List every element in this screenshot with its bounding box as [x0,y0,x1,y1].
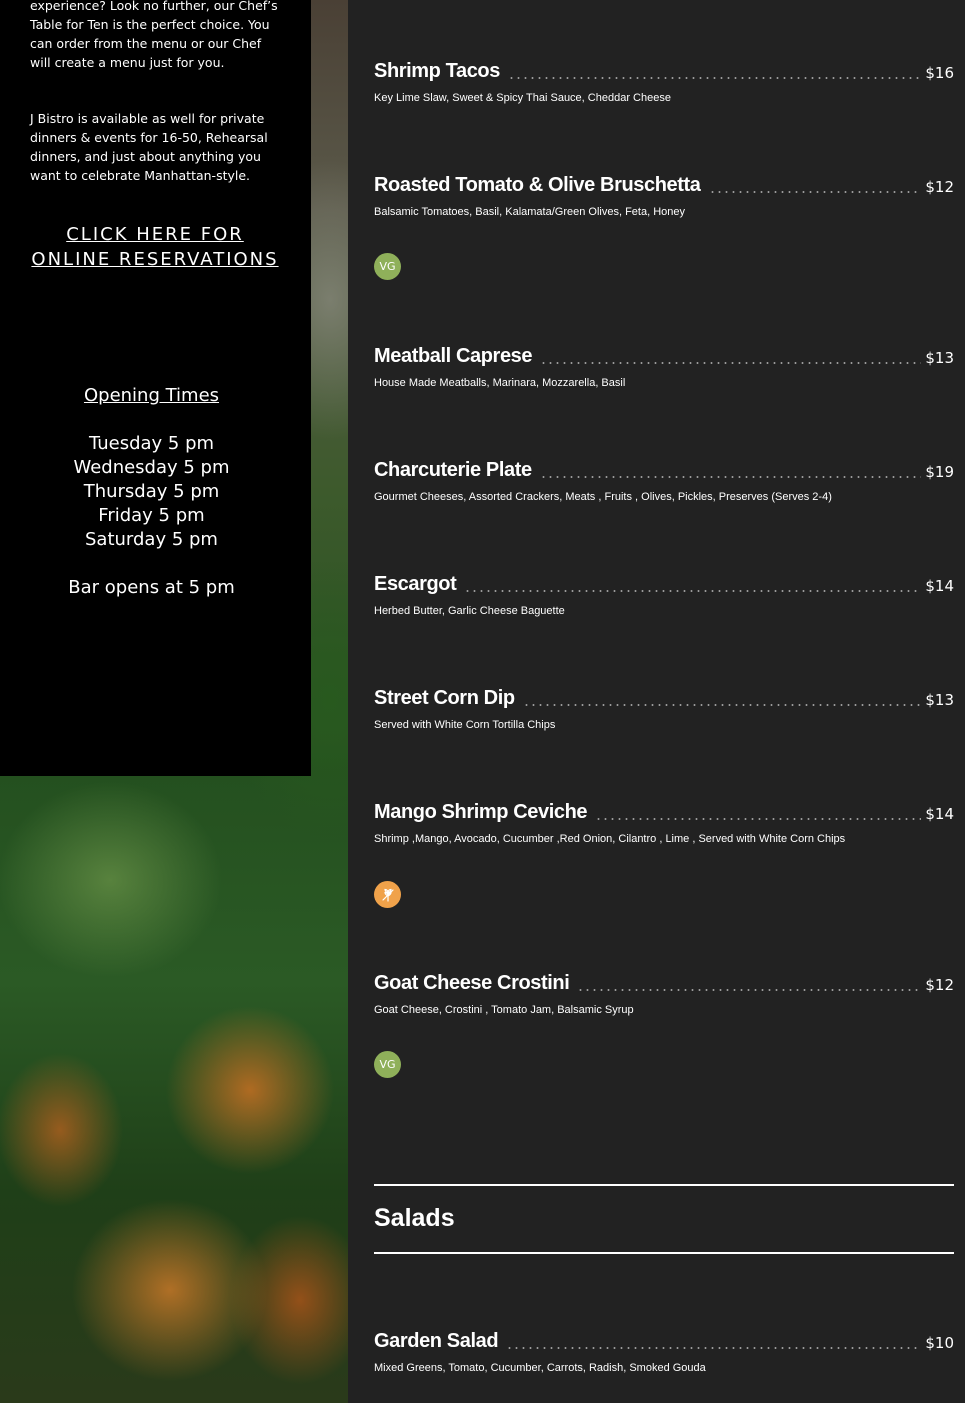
item-description: Served with White Corn Tortilla Chips [374,719,556,731]
dot-leader [595,818,922,820]
item-price: $14 [925,577,954,595]
hours-thursday: Thursday 5 pm [83,481,220,502]
item-name: Meatball Caprese [374,345,533,367]
item-name: Garden Salad [374,1330,499,1352]
item-description: Gourmet Cheeses, Assorted Crackers, Meat… [374,491,832,503]
item-description: House Made Meatballs, Marinara, Mozzarel… [374,377,626,389]
menu-item-charcuterie: Charcuterie Plate $19 Gourmet Cheeses, A… [374,457,954,504]
info-panel: experience? Look no further, our Chef’s … [0,0,311,776]
dot-leader [464,590,922,592]
item-price: $16 [925,64,954,82]
item-name: Roasted Tomato & Olive Bruschetta [374,174,701,196]
item-description: Balsamic Tomatoes, Basil, Kalamata/Green… [374,206,685,218]
dot-leader [577,989,922,991]
item-description: Goat Cheese, Crostini , Tomato Jam, Bals… [374,1004,634,1016]
hours-tuesday: Tuesday 5 pm [88,433,215,454]
dot-leader [522,704,922,706]
wheat-icon [381,888,394,902]
item-price: $13 [925,691,954,709]
item-name: Charcuterie Plate [374,459,532,481]
item-description: Herbed Butter, Garlic Cheese Baguette [374,605,565,617]
item-name: Goat Cheese Crostini [374,972,570,994]
opening-times: Opening Times Tuesday 5 pm Wednesday 5 p… [0,384,303,600]
opening-times-title: Opening Times [83,385,220,406]
gluten-free-icon [374,881,401,908]
section-divider-top [374,1184,954,1186]
vegetarian-badge: VG [374,1051,401,1078]
menu-item-goat-cheese-crostini: Goat Cheese Crostini $12 Goat Cheese, Cr… [374,970,954,1078]
dot-leader [507,77,922,79]
section-title-salads: Salads [374,1204,455,1232]
menu-item-garden-salad: Garden Salad $10 Mixed Greens, Tomato, C… [374,1328,954,1375]
menu-item-mango-ceviche: Mango Shrimp Ceviche $14 Shrimp ,Mango, … [374,799,954,908]
dot-leader [708,191,922,193]
dot-leader [540,362,922,364]
hours-friday: Friday 5 pm [98,505,205,526]
hours-wednesday: Wednesday 5 pm [73,457,230,478]
online-reservations-link[interactable]: CLICK HERE FOR ONLINE RESERVATIONS [30,222,280,272]
item-description: Mixed Greens, Tomato, Cucumber, Carrots,… [374,1362,706,1374]
vegetarian-badge: VG [374,253,401,280]
item-price: $12 [925,976,954,994]
menu-item-escargot: Escargot $14 Herbed Butter, Garlic Chees… [374,571,954,618]
bar-hours: Bar opens at 5 pm [68,577,235,598]
section-divider-bottom [374,1252,954,1254]
item-description: Shrimp ,Mango, Avocado, Cucumber ,Red On… [374,833,846,845]
item-name: Street Corn Dip [374,687,515,709]
dot-leader [506,1347,922,1349]
menu-item-meatball-caprese: Meatball Caprese $13 House Made Meatball… [374,343,954,390]
item-description: Key Lime Slaw, Sweet & Spicy Thai Sauce,… [374,92,671,104]
item-name: Escargot [374,573,457,595]
item-price: $14 [925,805,954,823]
dot-leader [539,476,922,478]
item-name: Shrimp Tacos [374,60,500,82]
chefs-table-text: experience? Look no further, our Chef’s … [30,0,278,70]
menu-item-street-corn-dip: Street Corn Dip $13 Served with White Co… [374,685,954,732]
item-price: $10 [925,1334,954,1352]
item-name: Mango Shrimp Ceviche [374,801,588,823]
item-price: $12 [925,178,954,196]
item-price: $13 [925,349,954,367]
hours-saturday: Saturday 5 pm [85,529,218,550]
private-events-text: J Bistro is available as well for privat… [30,111,268,183]
menu-item-shrimp-tacos: Shrimp Tacos $16 Key Lime Slaw, Sweet & … [374,58,954,105]
menu-item-bruschetta: Roasted Tomato & Olive Bruschetta $12 Ba… [374,172,954,280]
item-price: $19 [925,463,954,481]
